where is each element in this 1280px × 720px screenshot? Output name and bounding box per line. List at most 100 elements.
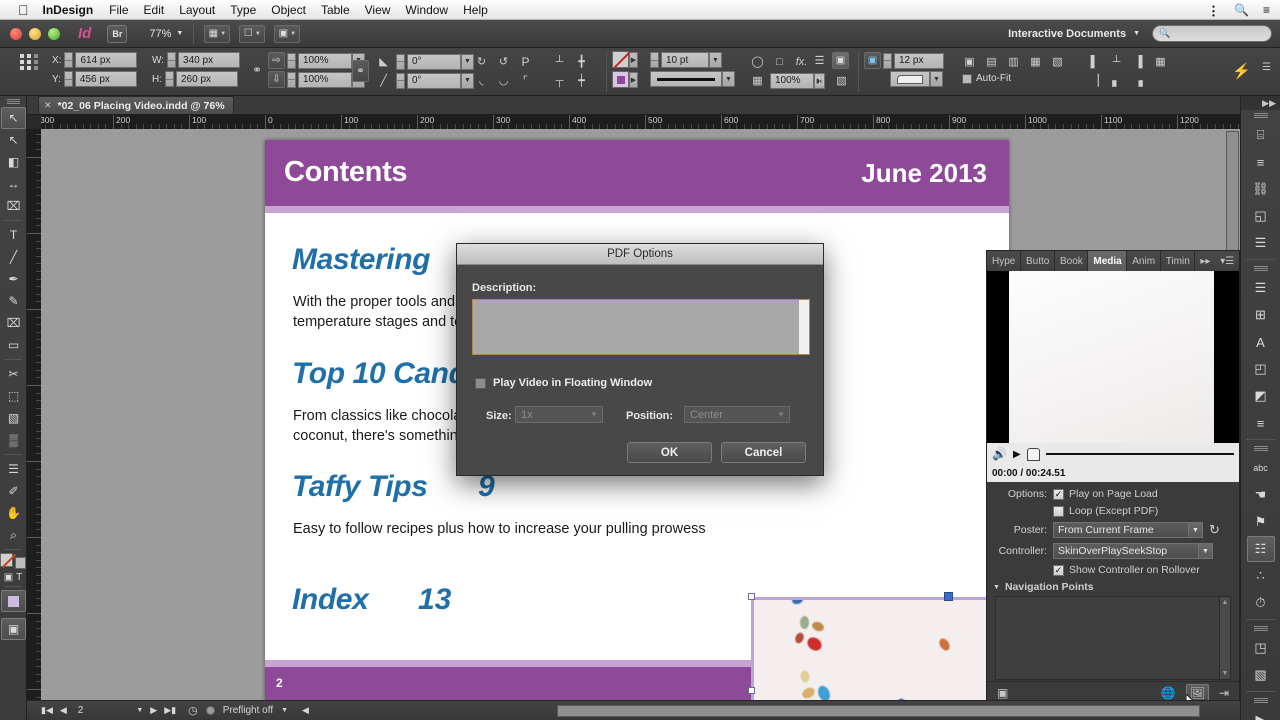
x-field-group[interactable]: X: 614 px — [52, 52, 138, 68]
menu-object[interactable]: Object — [271, 3, 306, 17]
align-right-edges-icon[interactable]: ▐ — [1129, 52, 1148, 71]
layers-icon[interactable]: ≡ — [1247, 149, 1275, 175]
media-scrub-track[interactable] — [1045, 453, 1234, 455]
hyperlinks-icon[interactable]: abc — [1247, 455, 1275, 481]
stroke-weight-input[interactable]: 10 pt — [661, 52, 709, 68]
description-textarea[interactable] — [472, 299, 810, 355]
fill-swatch-icon[interactable] — [14, 557, 26, 569]
search-icon[interactable]: 🔍 — [1234, 3, 1249, 17]
object-states-icon[interactable]: ▧ — [1247, 662, 1275, 688]
navigation-points-scrollbar[interactable]: ▲ ▼ — [1219, 597, 1230, 679]
menu-view[interactable]: View — [365, 3, 391, 17]
close-window-button[interactable] — [10, 27, 22, 40]
fill-swatch-group[interactable]: ▶ — [612, 71, 638, 88]
fill-swatch-dropdown[interactable]: ▶ — [629, 71, 638, 88]
timing-icon[interactable]: ⏱ — [1247, 590, 1275, 616]
autofit-group[interactable]: Auto-Fit — [962, 73, 1014, 84]
y-field-group[interactable]: Y: 456 px — [52, 71, 137, 87]
h-input[interactable]: 260 px — [176, 71, 238, 87]
list-icon[interactable]: ≡ — [1263, 3, 1270, 17]
frame-tool[interactable]: ⌧ — [1, 312, 26, 334]
free-transform-tool[interactable]: ⬚ — [1, 385, 26, 407]
gap-tool[interactable]: ↔ — [1, 173, 26, 195]
normal-view-mode-button[interactable]: ▣ — [1, 618, 26, 640]
minimize-window-button[interactable] — [29, 27, 41, 40]
text-vertical-align-icon[interactable]: ◫ — [810, 71, 829, 90]
align-top-edges-icon[interactable]: ▕ — [1085, 71, 1104, 90]
corner-square-icon[interactable]: □ — [770, 52, 789, 71]
cancel-button[interactable]: Cancel — [721, 442, 806, 463]
rotate-counterclockwise-icon[interactable]: ↺ — [494, 52, 513, 71]
flip-horizontal-icon[interactable]: ◟ — [472, 71, 491, 90]
text-align-bottom-icon[interactable]: ▧ — [832, 71, 851, 90]
stroke-none-swatch[interactable] — [612, 51, 631, 69]
menu-file[interactable]: File — [109, 3, 128, 17]
text-wrap-icon[interactable]: ≡ — [1247, 410, 1275, 436]
section-heading-3[interactable]: Taffy Tips — [292, 470, 428, 504]
section-body-3[interactable]: Easy to follow recipes plus how to incre… — [293, 519, 723, 539]
globe-icon[interactable]: 🌐 — [1161, 686, 1176, 700]
align-objects-top-cluster[interactable]: ▌ ┴ ▐ ▦ — [1085, 52, 1173, 71]
prev-page-icon[interactable]: ◀ — [60, 705, 67, 716]
interactive-preview-icon[interactable]: ◳ — [1247, 635, 1275, 661]
controller-row[interactable]: Controller: SkinOverPlaySeekStop ▼ — [987, 543, 1239, 559]
dock-group-grip[interactable] — [1241, 110, 1280, 121]
selection-handle-tl[interactable] — [748, 593, 755, 600]
rotate-clockwise-icon[interactable]: ↻ — [472, 52, 491, 71]
position-select[interactable]: Center ▼ — [684, 406, 790, 423]
navigation-points-list[interactable]: ▲ ▼ — [995, 596, 1231, 680]
media-preview[interactable] — [987, 271, 1239, 443]
preview-icon[interactable]: ▣ — [997, 686, 1008, 700]
bookmarks-icon[interactable]: ⚑ — [1247, 509, 1275, 535]
show-controller-checkbox[interactable]: ✓ — [1053, 564, 1064, 576]
text-frame-corner-icon[interactable]: ⌜ — [516, 71, 535, 90]
stroke-type-dropdown[interactable]: ▼ — [722, 71, 735, 87]
opacity-input[interactable]: 100% — [770, 72, 814, 89]
scale-x-stepper[interactable] — [287, 52, 296, 69]
rotation-stepper[interactable] — [396, 53, 405, 70]
poster-row[interactable]: Poster: From Current Frame ▼ ↻ — [987, 522, 1239, 538]
media-icon[interactable]: ☷ — [1246, 536, 1275, 562]
y-input[interactable]: 456 px — [74, 71, 137, 87]
rotation-group[interactable]: ◣ 0° ▼ — [374, 52, 474, 71]
x-input[interactable]: 614 px — [75, 52, 138, 68]
rectangle-tool[interactable]: ▭ — [1, 334, 26, 356]
double-chevron-right-icon[interactable]: ▸▸ — [1195, 251, 1216, 271]
align-cluster-bottom[interactable]: ┬ ┿ — [550, 71, 594, 90]
media-tab-hype[interactable]: Hype — [987, 251, 1021, 271]
controller-select[interactable]: SkinOverPlaySeekStop ▼ — [1053, 543, 1213, 559]
center-content-icon[interactable]: ▧ — [1048, 52, 1067, 71]
menu-type[interactable]: Type — [230, 3, 256, 17]
speaker-icon[interactable]: 🔊 — [992, 447, 1007, 461]
apply-color-button[interactable] — [1, 590, 26, 612]
status-scroll-left-icon[interactable]: ◀ — [302, 705, 309, 716]
selection-handle-ml[interactable] — [748, 687, 755, 694]
fill-swatch[interactable] — [612, 71, 629, 88]
media-panel[interactable]: Hype Butto Book Media Anim Timin ▸▸ ▾☰ 🔊 ▶ 00:0… — [986, 250, 1240, 704]
window-controls[interactable] — [10, 27, 60, 40]
corner-radius-stepper[interactable] — [883, 52, 892, 69]
align-cluster-top[interactable]: ┴ ╋ — [550, 52, 594, 71]
last-page-icon[interactable]: ▶▮ — [164, 705, 176, 716]
media-tab-media[interactable]: Media — [1088, 251, 1128, 271]
menu-table[interactable]: Table — [321, 3, 350, 17]
menu-help[interactable]: Help — [463, 3, 488, 17]
y-stepper[interactable] — [63, 71, 73, 87]
ok-button[interactable]: OK — [627, 442, 712, 463]
preflight-label[interactable]: Preflight off — [223, 705, 273, 716]
fitting-cluster[interactable]: ▣ ▤ ▥ ▦ ▧ — [960, 52, 1070, 71]
disclosure-triangle-icon[interactable]: ▼ — [993, 584, 1000, 591]
dock-group-grip[interactable] — [1241, 443, 1280, 454]
distribute-horizontal-icon[interactable]: ┿ — [572, 71, 591, 90]
text-frame-cluster-top[interactable]: ☰ ▣ — [810, 51, 851, 70]
play-on-page-load-row[interactable]: Options: ✓ Play on Page Load — [987, 488, 1239, 500]
document-tab[interactable]: ✕ *02_06 Placing Video.indd @ 76% — [38, 96, 234, 114]
apple-icon[interactable]:  — [18, 3, 29, 17]
stroke-swatch-dropdown[interactable]: ▶ — [629, 51, 638, 68]
zoom-tool[interactable]: ⌕ — [1, 524, 26, 546]
control-panel-menu-button[interactable]: ☰ — [1262, 62, 1271, 73]
play-floating-window-row[interactable]: Play Video in Floating Window — [475, 377, 652, 389]
page-dropdown-icon[interactable]: ▼ — [136, 707, 143, 714]
media-tab-book[interactable]: Book — [1054, 251, 1089, 271]
size-select[interactable]: 1x ▼ — [515, 406, 603, 423]
